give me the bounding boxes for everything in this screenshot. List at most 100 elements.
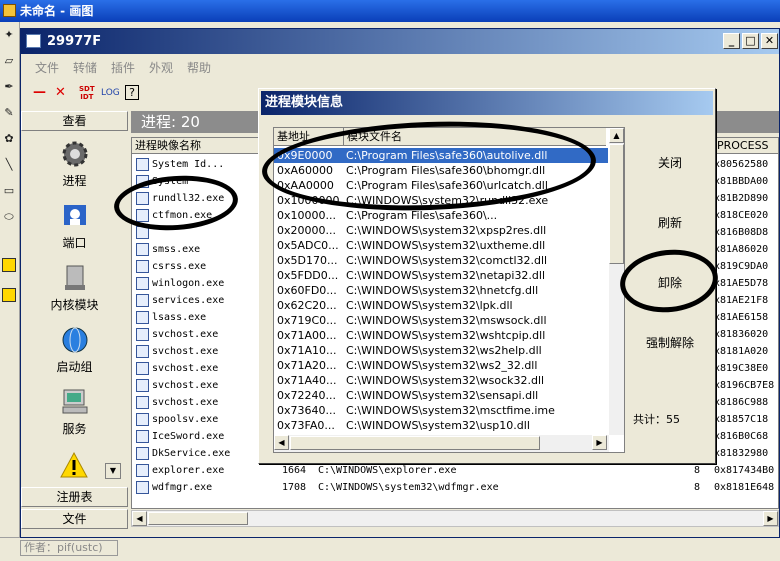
airbrush-icon[interactable]: ✿ xyxy=(2,132,16,146)
help-button[interactable]: ? xyxy=(125,85,139,100)
rectangle-icon[interactable]: ▭ xyxy=(2,184,16,198)
process-address: 0x8181E648 xyxy=(714,482,775,493)
module-base-address: 0x71A20... xyxy=(277,359,337,372)
menu-dump[interactable]: 转储 xyxy=(73,59,97,76)
nav-item-kernel-module[interactable]: 内核模块 xyxy=(21,263,128,325)
scroll-thumb[interactable] xyxy=(148,512,248,525)
nav-item-label: 启动组 xyxy=(56,360,93,374)
module-path: C:\WINDOWS\system32\lpk.dll xyxy=(346,299,513,312)
refresh-button[interactable]: 刷新 xyxy=(625,211,715,235)
pencil-icon[interactable]: ✎ xyxy=(2,106,16,120)
nav-item-process[interactable]: 进程 xyxy=(21,139,128,201)
module-row[interactable]: 0x5D170... C:\WINDOWS\system32\comctl32.d… xyxy=(274,253,608,268)
minimize-button[interactable]: _ xyxy=(723,33,740,49)
table-row[interactable]: explorer.exe 1664 C:\WINDOWS\explorer.exe 8… xyxy=(132,462,778,479)
process-name: services.exe xyxy=(152,295,225,306)
nav-registry-button[interactable]: 注册表 xyxy=(21,487,128,507)
process-address: x81AE5D78 xyxy=(714,278,769,289)
scroll-left-button[interactable]: ◀ xyxy=(132,511,147,526)
module-row[interactable]: 0x20000... C:\WINDOWS\system32\xpsp2res.d… xyxy=(274,223,608,238)
menu-plugins[interactable]: 插件 xyxy=(111,59,135,76)
process-address: x81BBDA00 xyxy=(714,176,769,187)
module-row[interactable]: 0x73640... C:\WINDOWS\system32\msctfime.i… xyxy=(274,403,608,418)
process-name: lsass.exe xyxy=(152,312,207,323)
gear-icon xyxy=(62,141,87,167)
process-address: x80562580 xyxy=(714,159,769,170)
menu-appearance[interactable]: 外观 xyxy=(149,59,173,76)
module-base-address: 0x71A00... xyxy=(277,329,337,342)
module-row[interactable]: 0x5ADC0... C:\WINDOWS\system32\uxtheme.dl… xyxy=(274,238,608,253)
delete-icon[interactable]: ✕ xyxy=(55,85,66,101)
process-address: x81857C18 xyxy=(714,414,769,425)
menu-file[interactable]: 文件 xyxy=(35,59,59,76)
module-row[interactable]: 0x62C20... C:\WINDOWS\system32\lpk.dll xyxy=(274,298,608,313)
line-icon[interactable]: ╲ xyxy=(2,158,16,172)
color-swatch-icon[interactable] xyxy=(2,288,16,302)
nav-item-port[interactable]: 端口 xyxy=(21,201,128,263)
remove-icon[interactable]: — xyxy=(33,85,46,101)
maximize-button[interactable]: □ xyxy=(742,33,759,49)
process-icon xyxy=(136,294,149,307)
process-name: wdfmgr.exe xyxy=(152,482,213,493)
module-row[interactable]: 0x71A00... C:\WINDOWS\system32\wshtcpip.d… xyxy=(274,328,608,343)
process-name: svchost.exe xyxy=(152,380,219,391)
module-row[interactable]: 0x719C0... C:\WINDOWS\system32\mswsock.dl… xyxy=(274,313,608,328)
close-button[interactable]: ✕ xyxy=(761,33,778,49)
scroll-right-button[interactable]: ▶ xyxy=(592,435,607,450)
module-base-address: 0x719C0... xyxy=(277,314,337,327)
module-base-address: 0x71A10... xyxy=(277,344,337,357)
module-row[interactable]: 0x60FD0... C:\WINDOWS\system32\hnetcfg.dl… xyxy=(274,283,608,298)
process-list-hscrollbar[interactable]: ◀ ▶ xyxy=(131,510,779,527)
module-row[interactable]: 0x71A20... C:\WINDOWS\system32\ws2_32.dll xyxy=(274,358,608,373)
sdt-idt-icon[interactable]: SDT IDT xyxy=(79,85,95,101)
module-list-hscrollbar[interactable]: ◀ ▶ xyxy=(274,435,609,452)
module-row[interactable]: 0x71A10... C:\WINDOWS\system32\ws2help.dl… xyxy=(274,343,608,358)
module-row[interactable]: 0x5FDD0... C:\WINDOWS\system32\netapi32.d… xyxy=(274,268,608,283)
module-row[interactable]: 0x10000... C:\Program Files\safe360\... xyxy=(274,208,608,223)
nav-file-button[interactable]: 文件 xyxy=(21,509,128,529)
scroll-up-button[interactable]: ▲ xyxy=(609,128,624,143)
log-button[interactable]: LOG xyxy=(101,85,120,101)
ellipse-icon[interactable]: ⬭ xyxy=(2,210,16,224)
module-row[interactable]: 0x73FA0... C:\WINDOWS\system32\usp10.dll xyxy=(274,418,608,433)
process-icon xyxy=(136,447,149,460)
nav-scroll-down-button[interactable]: ▼ xyxy=(105,463,121,479)
color-swatch-icon[interactable] xyxy=(2,258,16,272)
process-name: winlogon.exe xyxy=(152,278,225,289)
process-name: svchost.exe xyxy=(152,346,219,357)
module-base-address: 0x5FDD0... xyxy=(277,269,339,282)
scroll-thumb[interactable] xyxy=(609,144,624,264)
pick-color-icon[interactable]: ✒ xyxy=(2,80,16,94)
module-path: C:\WINDOWS\system32\uxtheme.dll xyxy=(346,239,546,252)
force-unload-button[interactable]: 强制解除 xyxy=(625,331,715,355)
eraser-icon[interactable]: ▱ xyxy=(2,54,16,68)
scroll-left-button[interactable]: ◀ xyxy=(274,435,289,450)
module-row[interactable]: 0x72240... C:\WINDOWS\system32\sensapi.dl… xyxy=(274,388,608,403)
close-dialog-button[interactable]: 关闭 xyxy=(625,151,715,175)
process-pid: 1708 xyxy=(282,482,307,493)
process-icon xyxy=(136,362,149,375)
process-name: smss.exe xyxy=(152,244,201,255)
module-row[interactable]: 0x71A40... C:\WINDOWS\system32\wsock32.dl… xyxy=(274,373,608,388)
column-process[interactable]: PROCESS xyxy=(714,138,778,154)
chip-module-icon xyxy=(64,265,85,290)
nav-item-services[interactable]: 服务 xyxy=(21,387,128,449)
scroll-thumb[interactable] xyxy=(290,436,540,450)
module-base-address: 0x10000... xyxy=(277,209,336,222)
menu-help[interactable]: 帮助 xyxy=(187,59,211,76)
process-icon xyxy=(136,311,149,324)
module-path: C:\WINDOWS\system32\ws2help.dll xyxy=(346,344,542,357)
nav-item-startup-group[interactable]: 启动组 xyxy=(21,325,128,387)
process-icon xyxy=(136,379,149,392)
process-address: x8186C988 xyxy=(714,397,769,408)
free-select-icon[interactable]: ✦ xyxy=(2,28,16,42)
scroll-right-button[interactable]: ▶ xyxy=(763,511,778,526)
app-title-bar: 29977F xyxy=(21,29,779,54)
nav-header[interactable]: 查看 xyxy=(21,111,128,131)
process-address: x81A86020 xyxy=(714,244,769,255)
process-address: x81AE21F8 xyxy=(714,295,769,306)
table-row[interactable]: wdfmgr.exe 1708 C:\WINDOWS\system32\wdfmgr… xyxy=(132,479,778,496)
module-base-address: 0x72240... xyxy=(277,389,336,402)
process-address: x819C9DA0 xyxy=(714,261,769,272)
paint-title-bar: 未命名 - 画图 xyxy=(0,0,780,22)
